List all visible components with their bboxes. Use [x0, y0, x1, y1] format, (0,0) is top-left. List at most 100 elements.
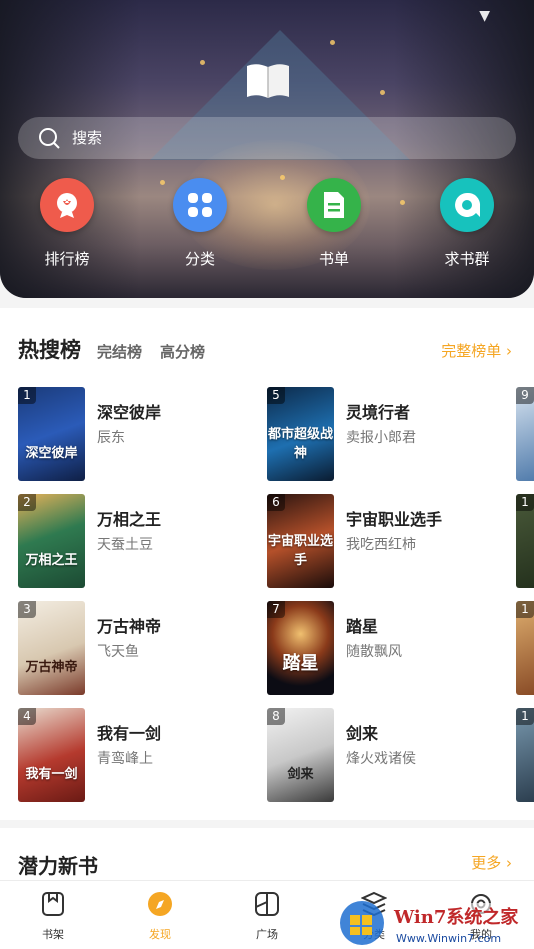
ranking-icon [40, 178, 94, 232]
section-title: 潜力新书 [18, 854, 98, 878]
svg-text:Www.Winwin7.com: Www.Winwin7.com [396, 932, 501, 945]
book-cover: 7 踏星 [267, 601, 334, 695]
new-books-section: 潜力新书 更多 › [0, 828, 534, 888]
book-cover-partial[interactable]: 1 [516, 601, 534, 695]
category-icon [173, 178, 227, 232]
tab-hot-search[interactable]: 热搜榜 [18, 334, 81, 364]
cover-title: 都市超级战神 [267, 427, 333, 461]
nav-label: 发现 [149, 928, 171, 941]
lantern-dot [400, 200, 405, 205]
book-title: 灵境行者 [346, 403, 411, 422]
book-title: 深空彼岸 [97, 403, 162, 422]
cover-title: 万相之王 [25, 553, 78, 568]
nav-square[interactable]: 广场 [227, 891, 307, 942]
book-cover: 6 宇宙职业选手 [267, 494, 334, 588]
quick-link-label: 书单 [318, 250, 349, 268]
svg-text:Win7系统之家: Win7系统之家 [393, 906, 519, 928]
rank-badge: 1 [516, 494, 534, 511]
book-item[interactable]: 2 万相之王 万相之王 天蚕土豆 [18, 494, 258, 588]
cover-title: 我有一剑 [25, 767, 78, 782]
hot-search-card: 热搜榜 完结榜 高分榜 完整榜单 › 1 深空彼岸 深空彼岸 辰东 2 万相之王… [0, 308, 534, 820]
book-author: 烽火戏诸侯 [346, 751, 416, 767]
book-title: 踏星 [346, 617, 379, 636]
lantern-dot [200, 60, 205, 65]
square-icon [255, 892, 279, 916]
search-icon [39, 128, 60, 149]
book-cover: 2 万相之王 [18, 494, 85, 588]
book-item[interactable]: 7 踏星 踏星 随散飘风 [267, 601, 507, 695]
book-title: 宇宙职业选手 [346, 510, 443, 529]
more-link[interactable]: 更多 › [471, 852, 512, 873]
book-cover: 1 深空彼岸 [18, 387, 85, 481]
book-item[interactable]: 1 深空彼岸 深空彼岸 辰东 [18, 387, 258, 481]
book-author: 辰东 [97, 430, 125, 446]
book-author: 飞天鱼 [97, 644, 139, 660]
book-cover-partial[interactable]: 9 [516, 387, 534, 481]
book-author: 卖报小郎君 [346, 430, 416, 446]
book-title: 万相之王 [97, 510, 162, 529]
rank-badge: 9 [516, 387, 534, 404]
book-author: 天蚕土豆 [97, 537, 153, 553]
rank-badge: 3 [18, 601, 36, 618]
compass-icon [148, 892, 172, 916]
rank-badge: 1 [516, 601, 534, 618]
nav-label: 广场 [256, 928, 278, 941]
book-cover: 3 万古神帝 [18, 601, 85, 695]
quick-link-label: 分类 [184, 250, 215, 268]
search-input[interactable] [72, 129, 452, 147]
book-cover-partial[interactable]: 1 [516, 494, 534, 588]
rank-badge: 6 [267, 494, 285, 511]
book-author: 我吃西红柿 [346, 537, 416, 553]
book-item[interactable]: 6 宇宙职业选手 宇宙职业选手 我吃西红柿 [267, 494, 507, 588]
site-watermark-logo: Win7系统之家 Www.Winwin7.com [340, 901, 530, 945]
book-author: 青鸾峰上 [97, 751, 153, 767]
tab-completed[interactable]: 完结榜 [97, 341, 142, 362]
cover-title: 万古神帝 [25, 660, 78, 675]
full-list-link[interactable]: 完整榜单 › [441, 340, 512, 361]
rank-badge: 2 [18, 494, 36, 511]
lantern-dot [330, 40, 335, 45]
quick-link-request-group[interactable]: 求书群 [417, 178, 517, 269]
rank-badge: 7 [267, 601, 285, 618]
nav-discover[interactable]: 发现 [120, 891, 200, 942]
book-title: 我有一剑 [97, 724, 162, 743]
booklist-icon [307, 178, 361, 232]
book-item[interactable]: 5 都市超级战神 灵境行者 卖报小郎君 [267, 387, 507, 481]
rank-badge: 5 [267, 387, 285, 404]
book-cover: 8 剑来 [267, 708, 334, 802]
book-item[interactable]: 4 我有一剑 我有一剑 青鸾峰上 [18, 708, 258, 802]
cover-title: 宇宙职业选手 [267, 534, 333, 568]
cover-title: 剑来 [287, 767, 314, 782]
quick-link-label: 排行榜 [44, 250, 90, 268]
lantern-dot [380, 90, 385, 95]
cover-title: 深空彼岸 [25, 446, 78, 461]
rank-badge: 1 [516, 708, 534, 725]
book-cover: 5 都市超级战神 [267, 387, 334, 481]
rank-badge: 4 [18, 708, 36, 725]
book-author: 随散飘风 [346, 644, 402, 660]
book-logo-icon [247, 64, 289, 98]
book-title: 剑来 [346, 724, 379, 743]
book-title: 万古神帝 [97, 617, 162, 636]
nav-label: 书架 [42, 928, 64, 941]
hot-tabs: 热搜榜 完结榜 高分榜 [18, 334, 223, 364]
tab-high-score[interactable]: 高分榜 [160, 341, 205, 362]
book-cover-partial[interactable]: 1 [516, 708, 534, 802]
chat-group-icon [440, 178, 494, 232]
cover-title: 踏星 [282, 653, 319, 674]
discover-page: ▼ 排行榜 分类 [0, 0, 534, 949]
quick-link-category[interactable]: 分类 [150, 178, 250, 269]
hero-banner: ▼ 排行榜 分类 [0, 0, 534, 298]
book-item[interactable]: 3 万古神帝 万古神帝 飞天鱼 [18, 601, 258, 695]
quick-link-ranking[interactable]: 排行榜 [17, 178, 117, 269]
rank-badge: 1 [18, 387, 36, 404]
nav-bookshelf[interactable]: 书架 [13, 891, 93, 942]
quick-link-label: 求书群 [444, 250, 490, 268]
book-item[interactable]: 8 剑来 剑来 烽火戏诸侯 [267, 708, 507, 802]
bookshelf-icon [42, 892, 64, 916]
search-bar[interactable] [18, 117, 516, 159]
rank-badge: 8 [267, 708, 285, 725]
quick-link-booklist[interactable]: 书单 [284, 178, 384, 269]
wifi-icon: ▼ [479, 8, 490, 24]
book-cover: 4 我有一剑 [18, 708, 85, 802]
